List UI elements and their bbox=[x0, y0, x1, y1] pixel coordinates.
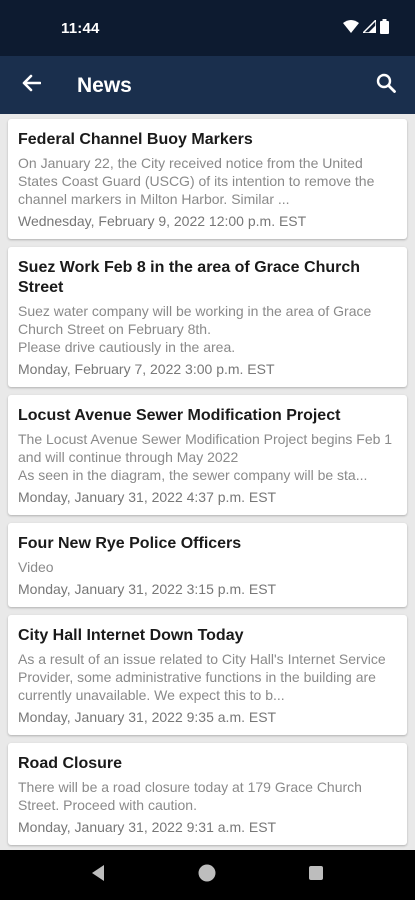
news-summary: On January 22, the City received notice … bbox=[18, 155, 375, 207]
nav-recents-icon bbox=[308, 865, 324, 886]
news-date: Monday, January 31, 2022 9:35 a.m. EST bbox=[18, 709, 277, 725]
news-summary: Suez water company will be working in th… bbox=[18, 303, 372, 355]
wifi-icon bbox=[343, 19, 359, 39]
nav-home-button[interactable] bbox=[195, 863, 219, 887]
battery-icon bbox=[380, 19, 389, 39]
news-date: Monday, January 31, 2022 3:15 p.m. EST bbox=[18, 581, 277, 597]
status-icons bbox=[343, 18, 389, 39]
system-nav-bar bbox=[0, 850, 415, 900]
nav-recents-button[interactable] bbox=[304, 863, 328, 887]
status-time: 11:44 bbox=[61, 20, 100, 37]
news-title: Road Closure bbox=[18, 755, 123, 772]
news-date: Monday, February 7, 2022 3:00 p.m. EST bbox=[18, 361, 275, 377]
back-button[interactable] bbox=[14, 68, 48, 102]
news-title: Suez Work Feb 8 in the area of Grace Chu… bbox=[18, 259, 361, 296]
nav-back-icon bbox=[90, 864, 106, 887]
search-icon bbox=[376, 73, 396, 98]
nav-back-button[interactable] bbox=[86, 863, 110, 887]
news-card[interactable]: City Hall Internet Down Today As a resul… bbox=[8, 615, 407, 735]
search-button[interactable] bbox=[369, 68, 403, 102]
news-card[interactable]: Federal Channel Buoy Markers On January … bbox=[8, 119, 407, 239]
news-summary: The Locust Avenue Sewer Modification Pro… bbox=[18, 431, 393, 483]
app-bar: News bbox=[0, 56, 415, 114]
status-bar: 11:44 bbox=[0, 0, 415, 56]
news-title: Federal Channel Buoy Markers bbox=[18, 131, 253, 148]
news-card[interactable]: Suez Work Feb 8 in the area of Grace Chu… bbox=[8, 247, 407, 387]
news-summary: As a result of an issue related to City … bbox=[18, 651, 386, 703]
news-summary: There will be a road closure today at 17… bbox=[18, 779, 362, 813]
page-title: News bbox=[77, 74, 132, 97]
news-card[interactable]: Road Closure There will be a road closur… bbox=[8, 743, 407, 845]
news-date: Wednesday, February 9, 2022 12:00 p.m. E… bbox=[18, 213, 307, 229]
news-card[interactable]: Locust Avenue Sewer Modification Project… bbox=[8, 395, 407, 515]
news-title: Locust Avenue Sewer Modification Project bbox=[18, 407, 341, 424]
news-date: Monday, January 31, 2022 9:31 a.m. EST bbox=[18, 819, 277, 835]
nav-home-icon bbox=[197, 863, 217, 888]
news-list[interactable]: Federal Channel Buoy Markers On January … bbox=[0, 114, 415, 850]
news-summary: Video bbox=[18, 559, 54, 575]
cell-signal-icon bbox=[361, 18, 377, 38]
news-title: Four New Rye Police Officers bbox=[18, 535, 242, 552]
news-title: City Hall Internet Down Today bbox=[18, 627, 244, 644]
arrow-back-icon bbox=[21, 74, 42, 97]
news-date: Monday, January 31, 2022 4:37 p.m. EST bbox=[18, 489, 277, 505]
news-card[interactable]: Four New Rye Police Officers Video Monda… bbox=[8, 523, 407, 607]
